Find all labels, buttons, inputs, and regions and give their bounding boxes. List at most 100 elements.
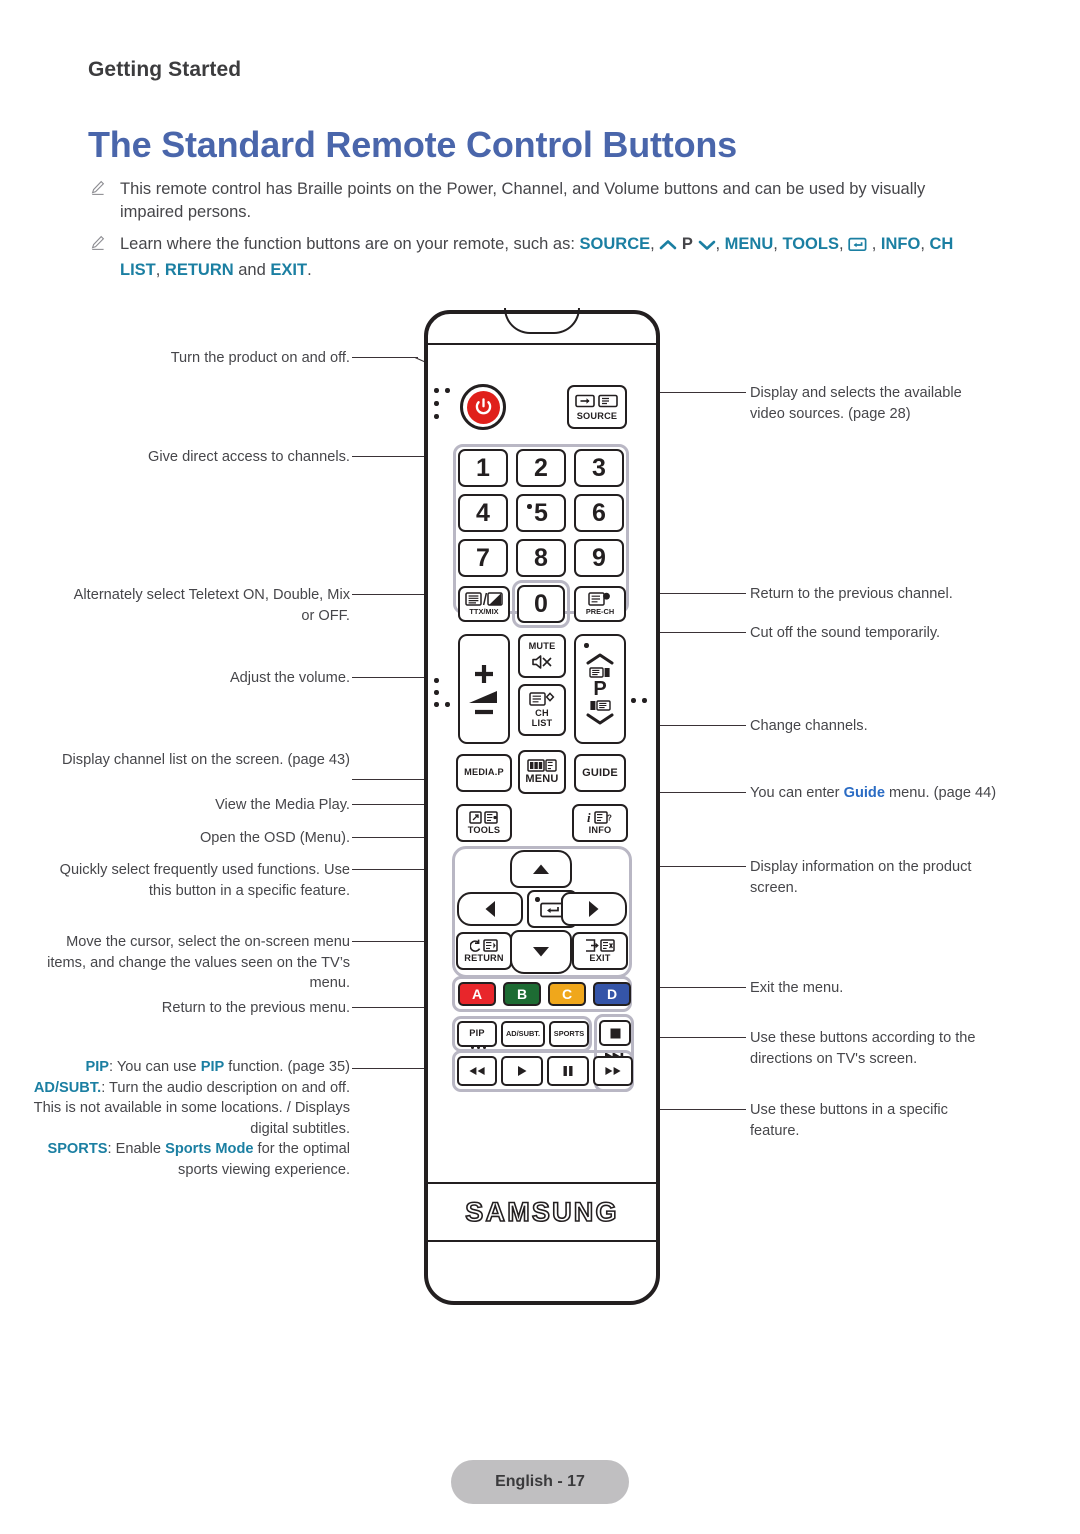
channel-rocker[interactable]: P (574, 634, 626, 744)
color-key-c-label: C (561, 986, 573, 1002)
play-icon (518, 1066, 527, 1076)
key-2[interactable]: 2 (516, 449, 566, 487)
sports-button[interactable]: SPORTS (549, 1021, 589, 1047)
link-menu[interactable]: MENU (725, 235, 774, 253)
color-key-b[interactable]: B (503, 982, 541, 1006)
key-8-label: 8 (534, 543, 548, 572)
volume-down-icon (471, 707, 497, 717)
key-4[interactable]: 4 (458, 494, 508, 532)
link-info[interactable]: INFO (881, 235, 920, 253)
stop-button[interactable] (599, 1020, 631, 1046)
media-p-button[interactable]: MEDIA.P (456, 754, 512, 792)
page-footer-pill: English - 17 (451, 1460, 629, 1504)
callout-media-buttons: Use these buttons in a specific feature. (750, 1102, 948, 1139)
braille-power-dots (434, 388, 456, 422)
ad-subt-button[interactable]: AD/SUBT. (501, 1021, 545, 1047)
key-5-label: 5 (534, 498, 548, 527)
ch-list-button[interactable]: CH LIST (518, 684, 566, 736)
note-sep: , (155, 261, 165, 279)
link-tools[interactable]: TOOLS (782, 235, 839, 253)
color-key-d[interactable]: D (593, 982, 631, 1006)
callout-source: Display and selects the available video … (750, 385, 962, 422)
callout-color-buttons: Use these buttons according to the direc… (750, 1030, 976, 1067)
guide-button[interactable]: GUIDE (574, 754, 626, 792)
leader-change-channels (650, 725, 746, 726)
intro-note-list: This remote control has Braille points o… (88, 178, 978, 291)
fast-forward-button[interactable] (593, 1056, 633, 1086)
remote-control-illustration: SOURCE 1 2 3 4 5 6 7 8 9 TTX/MIX 0 PRE-C… (424, 308, 660, 1305)
svg-text:i: i (587, 811, 591, 824)
exit-label: EXIT (589, 952, 611, 963)
color-key-a-label: A (471, 986, 483, 1002)
key-3[interactable]: 3 (574, 449, 624, 487)
menu-button[interactable]: MENU (518, 750, 566, 794)
note-item: Learn where the function buttons are on … (88, 233, 978, 282)
return-button[interactable]: RETURN (456, 932, 512, 970)
stop-square-icon (610, 1028, 620, 1038)
key-6[interactable]: 6 (574, 494, 624, 532)
pip-link[interactable]: PIP (201, 1059, 225, 1075)
leader-color-buttons (650, 1037, 746, 1038)
color-key-a[interactable]: A (458, 982, 496, 1006)
power-button[interactable] (460, 384, 506, 430)
ttx-mix-button[interactable]: TTX/MIX (458, 586, 510, 622)
key-9[interactable]: 9 (574, 539, 624, 577)
sports-mode-link[interactable]: Sports Mode (165, 1141, 253, 1157)
guide-pre: You can enter (750, 785, 844, 801)
rewind-icon (469, 1067, 485, 1075)
key-4-label: 4 (476, 498, 490, 527)
mute-button[interactable]: MUTE (518, 634, 566, 678)
info-button[interactable]: i ? INFO (572, 804, 628, 842)
channel-next-icon (589, 667, 611, 678)
page-number-label: English - 17 (495, 1473, 585, 1490)
rewind-button[interactable] (457, 1056, 497, 1086)
link-p[interactable]: P (682, 235, 693, 253)
sports-text-a: : Enable (107, 1141, 166, 1157)
dpad-right-button[interactable] (561, 892, 627, 926)
exit-button[interactable]: EXIT (572, 932, 628, 970)
link-exit[interactable]: EXIT (270, 261, 307, 279)
dpad-up-button[interactable] (510, 850, 572, 888)
braille-rewind-dots (471, 1046, 489, 1050)
pause-button[interactable] (547, 1056, 589, 1086)
color-key-c[interactable]: C (548, 982, 586, 1006)
leader-exit (650, 987, 746, 988)
adsubt-label[interactable]: AD/SUBT. (34, 1080, 101, 1096)
list-label: LIST (531, 718, 553, 728)
key-5[interactable]: 5 (516, 494, 566, 532)
leader-info (650, 866, 746, 867)
key-8[interactable]: 8 (516, 539, 566, 577)
play-button[interactable] (501, 1056, 543, 1086)
channel-down-icon (585, 713, 615, 725)
pre-ch-button[interactable]: PRE-CH (574, 586, 626, 622)
ad-subt-label: AD/SUBT. (505, 1029, 541, 1039)
leader-pre-ch (650, 593, 746, 594)
link-return[interactable]: RETURN (165, 261, 234, 279)
samsung-wordmark: SAMSUNG (464, 1196, 619, 1228)
key-7[interactable]: 7 (458, 539, 508, 577)
key-1[interactable]: 1 (458, 449, 508, 487)
link-source[interactable]: SOURCE (580, 235, 651, 253)
pip-label[interactable]: PIP (85, 1059, 109, 1075)
key-0[interactable]: 0 (517, 585, 565, 623)
callout-return: Return to the previous menu. (161, 1000, 350, 1016)
volume-rocker[interactable] (458, 634, 510, 744)
dpad-down-button[interactable] (510, 930, 572, 974)
key-0-label: 0 (534, 589, 548, 618)
note-sep: , (650, 235, 660, 253)
sports-label: SPORTS (553, 1029, 585, 1039)
pencil-note-icon (90, 235, 106, 251)
dpad-left-button[interactable] (457, 892, 523, 926)
sports-label[interactable]: SPORTS (47, 1141, 107, 1157)
braille-key5-dot (527, 504, 532, 509)
color-key-b-label: B (516, 986, 528, 1002)
media-p-label: MEDIA.P (464, 767, 504, 778)
guide-link[interactable]: Guide (844, 785, 885, 801)
pip-button[interactable]: PIP (457, 1021, 497, 1047)
callout-guide: You can enter Guide menu. (page 44) (750, 783, 1000, 804)
key-1-label: 1 (476, 453, 490, 482)
tools-button[interactable]: TOOLS (456, 804, 512, 842)
mute-icon (531, 654, 553, 670)
source-button[interactable]: SOURCE (567, 385, 627, 429)
triangle-left-icon (485, 901, 495, 917)
